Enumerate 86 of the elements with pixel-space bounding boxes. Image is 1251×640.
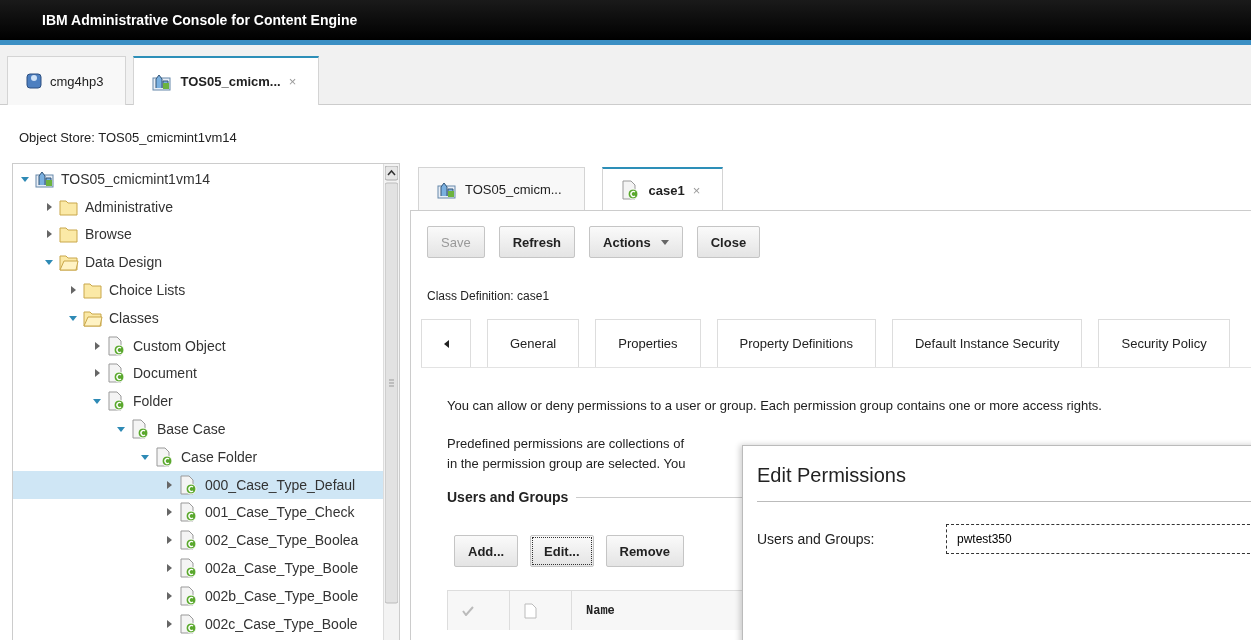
tree-item[interactable]: Folder	[13, 387, 383, 416]
tree-item[interactable]: Document	[13, 359, 383, 388]
folder-icon	[59, 197, 79, 216]
collapsed-caret-icon[interactable]	[93, 369, 101, 378]
tree-item[interactable]: 002c_Case_Type_Boole	[13, 609, 383, 638]
class-document-icon	[179, 558, 199, 579]
class-document-icon	[107, 363, 127, 384]
tree-item[interactable]: Browse	[13, 220, 383, 249]
class-document-icon	[155, 446, 175, 467]
action-button[interactable]: Edit...	[530, 535, 594, 567]
tab[interactable]: Security Policy	[1098, 319, 1230, 367]
action-button[interactable]: Add...	[454, 535, 519, 567]
users-groups-field[interactable]: pwtest350	[946, 524, 1251, 554]
expanded-caret-icon[interactable]	[93, 397, 101, 406]
caret-icon	[660, 239, 669, 245]
column-header[interactable]: Name	[586, 603, 615, 618]
folder-icon	[83, 281, 103, 300]
tab[interactable]: Properties	[595, 319, 701, 367]
class-document-icon	[620, 180, 641, 200]
class-document-icon	[107, 335, 127, 356]
tab[interactable]: TOS05_cmicm... ×	[133, 56, 320, 105]
expanded-caret-icon[interactable]	[21, 174, 29, 183]
section-title: Users and Groups	[447, 489, 569, 505]
collapsed-caret-icon[interactable]	[165, 536, 173, 545]
class-document-icon	[179, 613, 199, 634]
expanded-caret-icon[interactable]	[117, 425, 125, 434]
class-document-icon	[179, 585, 199, 606]
expanded-caret-icon[interactable]	[69, 313, 77, 322]
database-icon	[26, 72, 42, 90]
class-document-icon	[179, 530, 199, 551]
tree-item[interactable]: 000_Case_Type_Defaul	[13, 470, 383, 499]
dialog-title: Edit Permissions	[757, 446, 1251, 502]
tab[interactable]: case1 ×	[601, 167, 724, 211]
expanded-caret-icon[interactable]	[141, 452, 149, 461]
tab[interactable]: TOS05_cmicm...	[418, 167, 585, 211]
expanded-caret-icon[interactable]	[45, 258, 53, 267]
intro-text: You can allow or deny permissions to a user or group. Each permission group contains one or more access rights.	[447, 397, 1103, 415]
collapsed-caret-icon[interactable]	[165, 508, 173, 517]
tree-item[interactable]: Data Design	[13, 248, 383, 277]
collapsed-caret-icon[interactable]	[165, 619, 173, 628]
tree-item[interactable]: Custom Object	[13, 331, 383, 360]
folder-icon	[59, 225, 79, 244]
tree-item[interactable]: TOS05_cmicmint1vm14	[13, 165, 383, 193]
object-store-icon	[35, 169, 55, 188]
tab[interactable]: cmg4hp3	[7, 56, 127, 105]
collapsed-caret-icon[interactable]	[93, 341, 101, 350]
collapsed-caret-icon[interactable]	[165, 564, 173, 573]
open-folder-icon	[83, 308, 103, 327]
collapsed-caret-icon[interactable]	[165, 591, 173, 600]
tree-item[interactable]: Case Folder	[13, 442, 383, 471]
description-text: in the permission group are selected. You	[447, 455, 687, 473]
tree-item[interactable]: 001_Case_Type_Check	[13, 498, 383, 527]
tree-item[interactable]: Choice Lists	[13, 276, 383, 304]
toolbar-button[interactable]: Refresh	[498, 226, 576, 258]
description-text: Predefined permissions are collections of	[447, 435, 685, 453]
app-title: IBM Administrative Console for Content Engine	[42, 12, 358, 28]
left-caret-icon	[443, 339, 449, 348]
class-document-icon	[179, 502, 199, 523]
tab[interactable]: General	[487, 319, 580, 367]
collapsed-caret-icon[interactable]	[45, 230, 53, 239]
tab[interactable]: Property Definitions	[716, 319, 876, 367]
object-store-icon	[152, 72, 173, 91]
menu-button[interactable]: Actions	[589, 226, 683, 258]
checkmark-icon[interactable]	[462, 605, 474, 616]
object-store-icon	[437, 180, 457, 199]
open-folder-icon	[59, 253, 79, 272]
class-document-icon	[131, 419, 151, 440]
tree-item[interactable]: Base Case	[13, 415, 383, 443]
collapsed-caret-icon[interactable]	[45, 202, 53, 211]
class-document-icon	[107, 391, 127, 412]
tree-item[interactable]: Classes	[13, 304, 383, 332]
object-store-label: Object Store: TOS05_cmicmint1vm14	[19, 130, 238, 145]
class-document-icon	[179, 474, 199, 495]
scrollbar-drawing[interactable]	[383, 164, 399, 640]
class-definition-label: Class Definition: case1	[427, 289, 551, 303]
field-label: Users and Groups:	[757, 531, 876, 547]
tab[interactable]: Default Instance Security	[891, 319, 1083, 367]
collapsed-caret-icon[interactable]	[165, 480, 173, 489]
tree-item[interactable]: Administrative	[13, 192, 383, 221]
collapsed-caret-icon[interactable]	[69, 286, 77, 295]
tree-item[interactable]: 002a_Case_Type_Boole	[13, 554, 383, 582]
tree-item[interactable]: 002_Case_Type_Boolea	[13, 526, 383, 555]
toolbar-button[interactable]: Close	[696, 226, 761, 258]
action-button[interactable]: Remove	[605, 535, 685, 567]
tree-item[interactable]: 002b_Case_Type_Boole	[13, 581, 383, 610]
document-icon	[524, 602, 537, 619]
